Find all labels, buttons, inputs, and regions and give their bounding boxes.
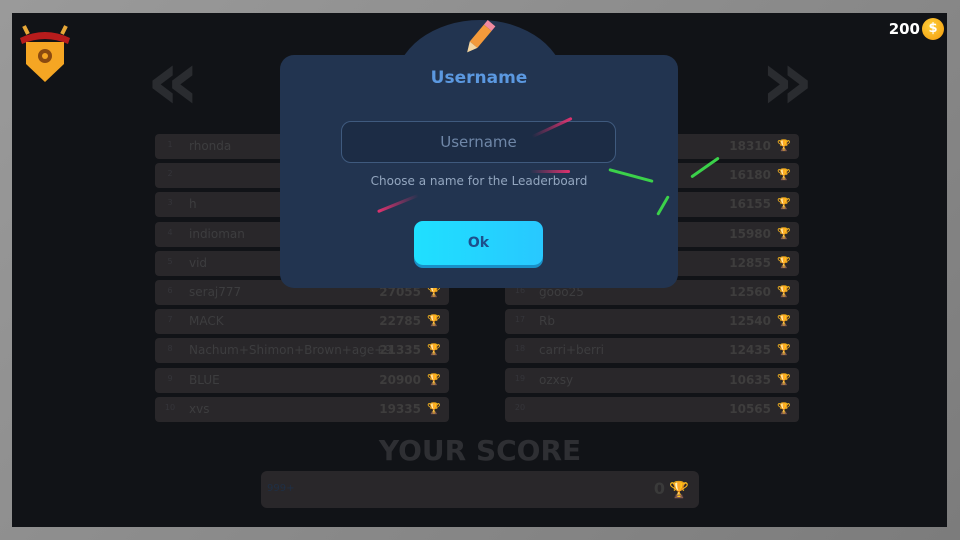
dim-overlay[interactable]: Username Choose a name for the Leaderboa… <box>0 0 960 540</box>
pencil-icon <box>467 19 496 53</box>
dialog-hint: Choose a name for the Leaderboard <box>370 174 588 188</box>
green-streak <box>690 156 720 179</box>
username-input[interactable] <box>341 121 616 163</box>
pink-streak <box>530 170 570 173</box>
dialog-title: Username <box>430 68 528 88</box>
ok-button[interactable]: Ok <box>414 221 543 265</box>
